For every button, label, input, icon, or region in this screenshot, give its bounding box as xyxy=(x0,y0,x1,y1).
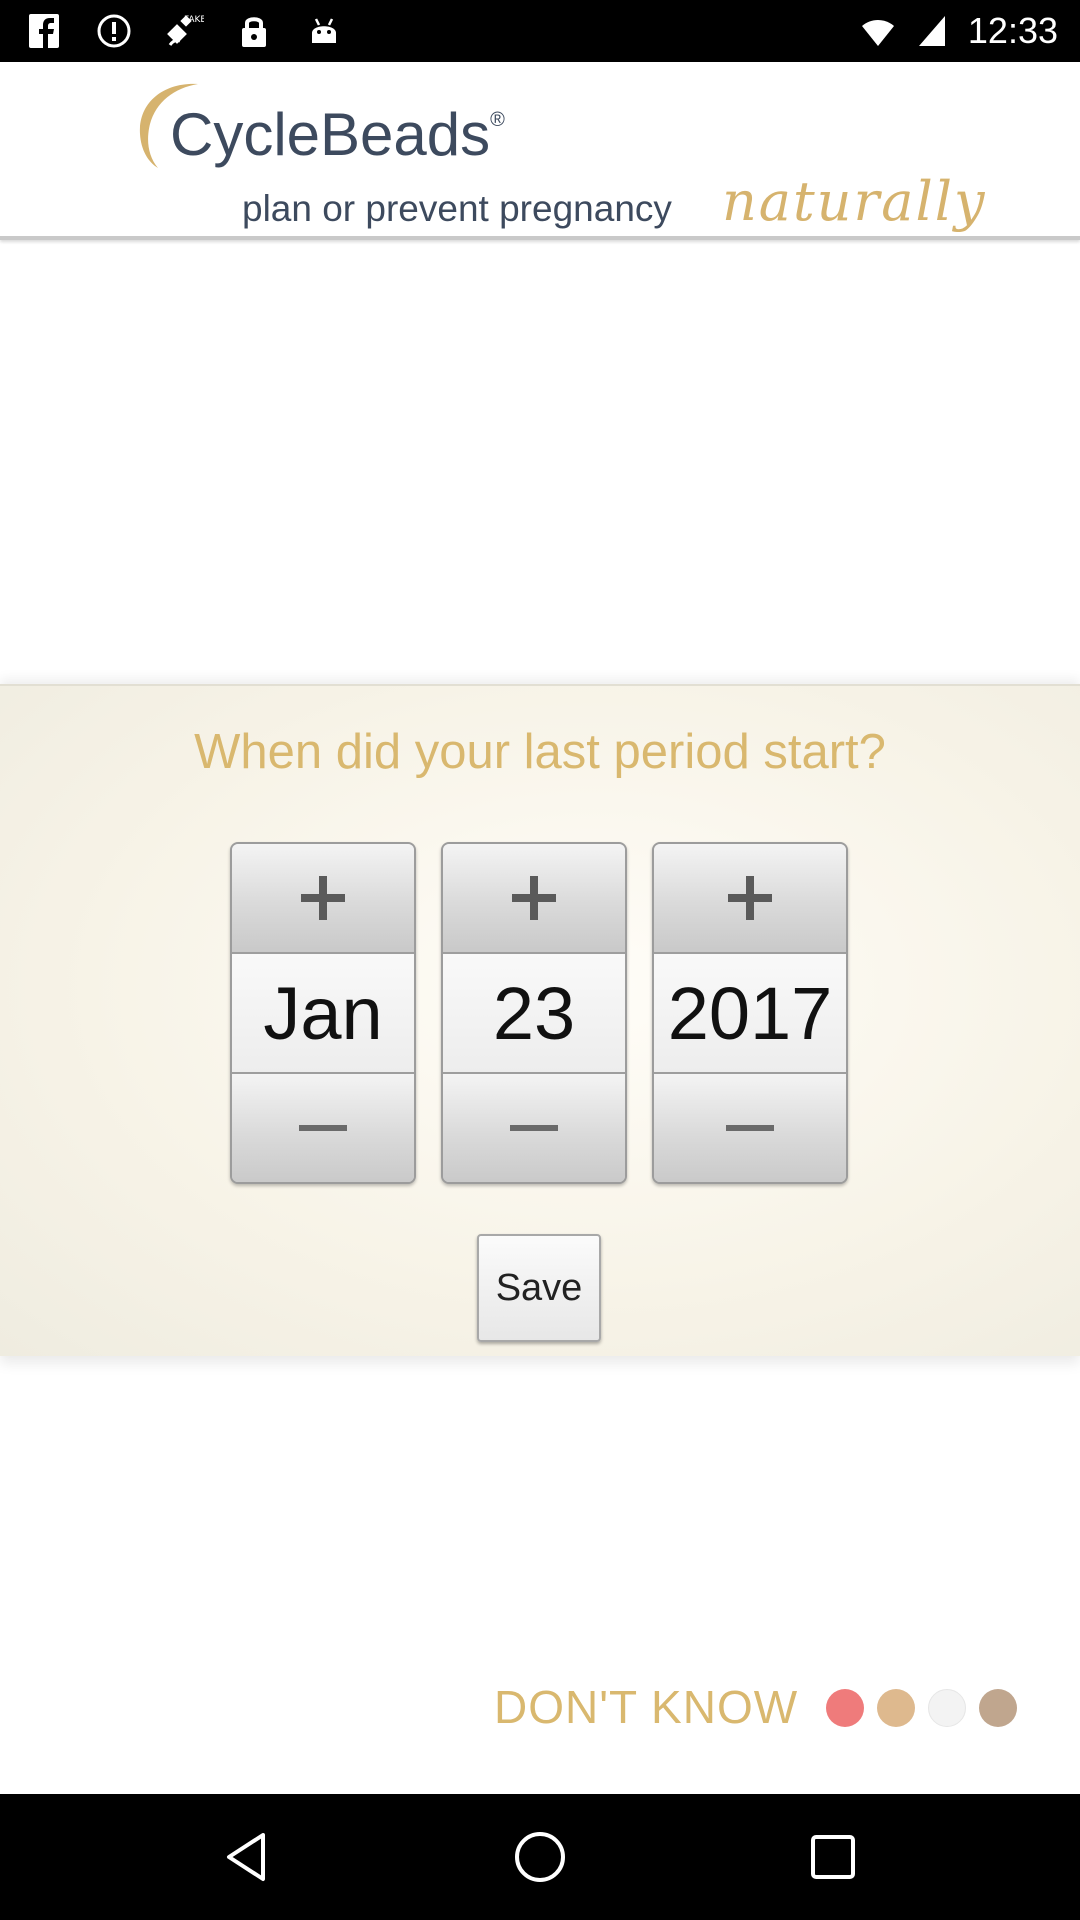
year-decrement-button[interactable] xyxy=(654,1072,846,1182)
registered-mark: ® xyxy=(490,109,505,131)
bead-dot-tan xyxy=(877,1689,915,1727)
month-value: Jan xyxy=(232,954,414,1072)
system-status: 12:33 xyxy=(860,10,1058,52)
month-increment-button[interactable] xyxy=(232,844,414,954)
plus-icon xyxy=(301,876,345,920)
year-picker: 2017 xyxy=(652,842,848,1184)
recents-button[interactable] xyxy=(788,1812,878,1902)
facebook-icon xyxy=(24,11,64,51)
navigation-bar xyxy=(0,1794,1080,1920)
minus-icon xyxy=(299,1125,347,1131)
alert-circle-icon xyxy=(94,11,134,51)
lock-icon xyxy=(234,11,274,51)
save-button[interactable]: Save xyxy=(477,1234,601,1342)
question-text: When did your last period start? xyxy=(194,725,886,779)
month-decrement-button[interactable] xyxy=(232,1072,414,1182)
brand-name: CycleBeads® xyxy=(170,101,505,168)
back-button[interactable] xyxy=(202,1812,292,1902)
signal-icon xyxy=(914,11,950,51)
notification-icons: FAKE xyxy=(24,11,344,51)
plus-icon xyxy=(728,876,772,920)
fake-gps-icon: FAKE xyxy=(164,11,204,51)
year-value: 2017 xyxy=(654,954,846,1072)
home-circle-icon xyxy=(514,1832,565,1882)
bead-dot-white xyxy=(928,1689,966,1727)
tagline: plan or prevent pregnancy xyxy=(242,188,672,229)
android-icon xyxy=(304,11,344,51)
day-increment-button[interactable] xyxy=(443,844,625,954)
plus-icon xyxy=(512,876,556,920)
dont-know-link[interactable]: DON'T KNOW xyxy=(494,1680,798,1734)
minus-icon xyxy=(510,1125,558,1131)
back-triangle-icon xyxy=(226,1833,265,1881)
day-value: 23 xyxy=(443,954,625,1072)
wifi-icon xyxy=(860,11,896,51)
bead-dot-red xyxy=(826,1689,864,1727)
home-button[interactable] xyxy=(495,1812,585,1902)
day-decrement-button[interactable] xyxy=(443,1072,625,1182)
svg-text:FAKE: FAKE xyxy=(184,15,204,25)
recents-square-icon xyxy=(811,1835,856,1879)
minus-icon xyxy=(726,1125,774,1131)
status-bar: FAKE 12:33 xyxy=(0,0,1080,62)
bead-dot-brown xyxy=(979,1689,1017,1727)
app-header: CycleBeads® plan or prevent pregnancy na… xyxy=(0,62,1080,240)
last-period-panel: When did your last period start? Jan 23 … xyxy=(0,684,1080,1356)
day-picker: 23 xyxy=(441,842,627,1184)
year-increment-button[interactable] xyxy=(654,844,846,954)
bead-dots xyxy=(826,1689,1017,1727)
clock: 12:33 xyxy=(967,10,1058,51)
month-picker: Jan xyxy=(230,842,416,1184)
tagline-accent: naturally xyxy=(722,170,987,233)
